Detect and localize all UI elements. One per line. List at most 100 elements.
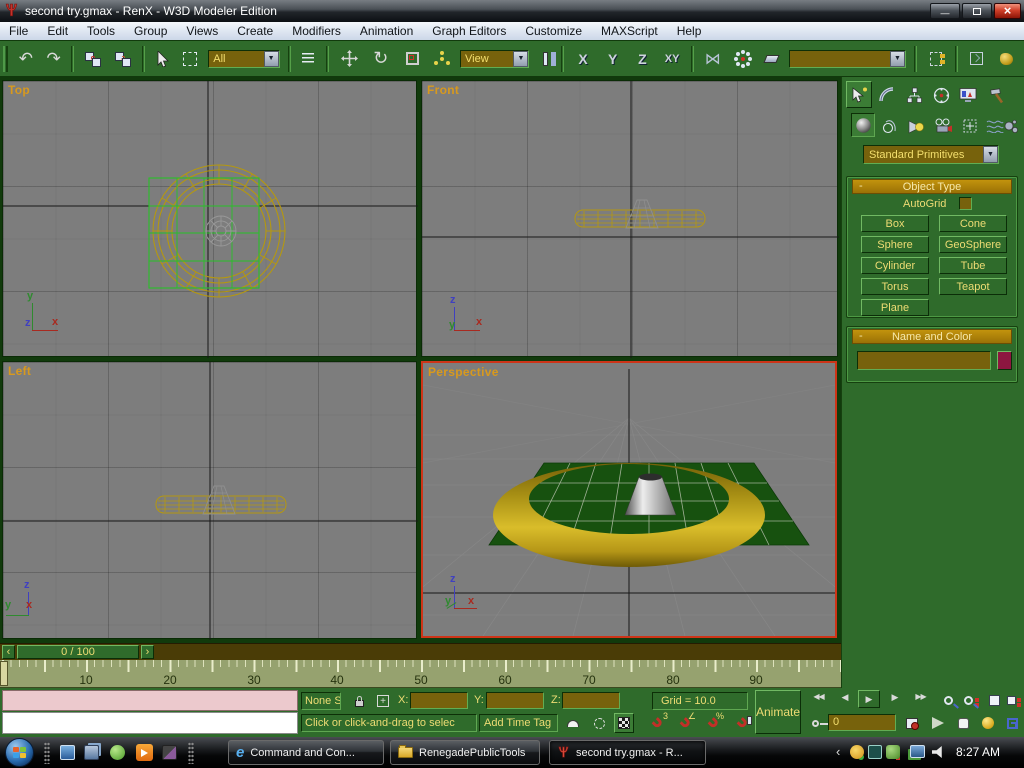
time-configuration-button[interactable] [902, 714, 922, 732]
menu-group[interactable]: Group [134, 24, 167, 38]
tray-volume-icon[interactable] [932, 746, 945, 758]
name-color-rollout-header[interactable]: - Name and Color [852, 329, 1012, 344]
reference-coordinate-dropdown[interactable]: View ▼ [460, 50, 529, 68]
menu-help[interactable]: Help [677, 24, 702, 38]
tray-messenger-icon[interactable] [886, 745, 900, 759]
y-coordinate-field[interactable] [486, 692, 544, 709]
systems-category-button[interactable] [998, 114, 1022, 138]
sphere-button[interactable]: Sphere [861, 236, 929, 253]
array-button[interactable] [728, 57, 758, 61]
menu-maxscript[interactable]: MAXScript [601, 24, 658, 38]
media-player-icon[interactable] [136, 744, 153, 761]
minimize-button[interactable]: — [930, 3, 960, 19]
go-to-end-button[interactable]: ▶▶ [908, 692, 933, 701]
restrict-z-button[interactable]: Z [628, 51, 658, 67]
viewport-front[interactable]: Front z y x [421, 80, 838, 357]
absolute-mode-toggle[interactable]: + [374, 692, 392, 710]
undo-button[interactable]: ↶ [12, 49, 40, 69]
cameras-category-button[interactable] [930, 114, 956, 138]
maxscript-listener-white[interactable] [2, 712, 298, 734]
tab-display[interactable] [955, 82, 981, 108]
messenger-icon[interactable] [110, 745, 125, 760]
field-of-view-button[interactable] [928, 714, 948, 732]
select-and-scale-button[interactable] [397, 52, 429, 65]
current-frame-field[interactable]: 0 [828, 714, 896, 731]
mirror-button[interactable]: ⋈ [698, 49, 728, 69]
select-by-name-button[interactable] [295, 53, 323, 65]
track-bar-thumb[interactable] [0, 661, 8, 686]
dome-button[interactable] [563, 714, 583, 732]
cylinder-button[interactable]: Cylinder [861, 257, 929, 274]
restrict-y-button[interactable]: Y [598, 51, 628, 67]
dotted-sphere-button[interactable] [589, 714, 609, 732]
maxscript-listener-pink[interactable] [2, 690, 298, 711]
tab-modify[interactable] [874, 82, 900, 108]
object-name-input[interactable] [857, 351, 991, 370]
tab-create[interactable] [846, 81, 872, 108]
taskbar-button-command[interactable]: e Command and Con... [228, 740, 384, 765]
toolbar-grip[interactable] [3, 46, 8, 72]
menu-views[interactable]: Views [186, 24, 218, 38]
animate-button[interactable]: Animate [755, 690, 801, 734]
tab-utilities[interactable] [984, 82, 1010, 108]
top-viewport-canvas[interactable] [3, 81, 418, 358]
restrict-xy-button[interactable]: XY [657, 53, 687, 65]
viewport-left[interactable]: Left z y x [2, 361, 417, 639]
helpers-category-button[interactable] [958, 114, 982, 138]
object-type-rollout-header[interactable]: - Object Type [852, 179, 1012, 194]
tab-motion[interactable] [928, 82, 954, 108]
use-center-button[interactable] [533, 52, 557, 66]
tray-network-icon[interactable] [910, 745, 925, 758]
zoom-all-button[interactable] [960, 691, 982, 709]
set-key-button[interactable] [804, 714, 826, 732]
plane-button[interactable]: Plane [861, 299, 929, 316]
add-time-tag[interactable]: Add Time Tag [479, 714, 558, 732]
menu-file[interactable]: File [9, 24, 28, 38]
taskbar-button-gmax[interactable]: second try.gmax - R... [549, 740, 706, 765]
perspective-viewport-canvas[interactable] [423, 363, 835, 636]
tab-hierarchy[interactable] [901, 82, 927, 108]
x-coordinate-field[interactable] [410, 692, 468, 709]
shapes-category-button[interactable] [878, 114, 902, 138]
selection-lock-toggle[interactable] [350, 692, 368, 710]
maximize-button[interactable] [962, 3, 992, 19]
geometry-category-button[interactable] [851, 113, 875, 137]
tray-update-icon[interactable] [850, 745, 864, 759]
switch-windows-icon[interactable] [84, 745, 99, 760]
snap-toggle-button[interactable]: 3 [646, 714, 668, 732]
redo-button[interactable]: ↷ [40, 49, 68, 69]
time-next-button[interactable]: › [141, 645, 154, 659]
arc-rotate-button[interactable] [978, 714, 998, 732]
tube-button[interactable]: Tube [939, 257, 1007, 274]
left-viewport-canvas[interactable] [3, 362, 418, 640]
select-and-move-button[interactable] [333, 50, 365, 67]
zoom-extents-button[interactable] [984, 691, 1004, 709]
menu-modifiers[interactable]: Modifiers [292, 24, 341, 38]
unlink-selection-button[interactable] [108, 51, 138, 67]
zoom-extents-all-button[interactable] [1004, 691, 1024, 709]
autogrid-checkbox[interactable] [959, 197, 972, 210]
show-desktop-icon[interactable] [60, 745, 75, 760]
selection-filter-dropdown[interactable]: All ▼ [208, 50, 279, 68]
align-button[interactable] [757, 55, 785, 63]
title-bar[interactable]: second try.gmax - RenX - W3D Modeler Edi… [0, 0, 1024, 22]
menu-animation[interactable]: Animation [360, 24, 413, 38]
play-button[interactable]: ▶ [858, 690, 880, 708]
go-to-start-button[interactable]: ◀◀ [806, 692, 831, 701]
zoom-button[interactable] [938, 691, 958, 709]
menu-customize[interactable]: Customize [525, 24, 582, 38]
export-button[interactable] [991, 53, 1021, 65]
time-slider-track[interactable]: ‹ 0 / 100 › [0, 643, 841, 660]
time-slider-button[interactable]: 0 / 100 [17, 645, 139, 659]
tray-terminal-icon[interactable] [868, 745, 882, 759]
close-button[interactable]: × [994, 3, 1021, 19]
select-object-button[interactable] [149, 51, 177, 67]
tray-chevron-icon[interactable]: ‹ [836, 744, 840, 759]
primitive-category-dropdown[interactable]: Standard Primitives ▼ [863, 145, 999, 164]
viewport-perspective[interactable]: Perspective z y x [421, 361, 837, 638]
cone-button[interactable]: Cone [939, 215, 1007, 232]
min-max-toggle-button[interactable] [1002, 714, 1022, 732]
teapot-button[interactable]: Teapot [939, 278, 1007, 295]
taskbar-button-renegadetools[interactable]: RenegadePublicTools [390, 740, 540, 765]
menu-tools[interactable]: Tools [87, 24, 115, 38]
